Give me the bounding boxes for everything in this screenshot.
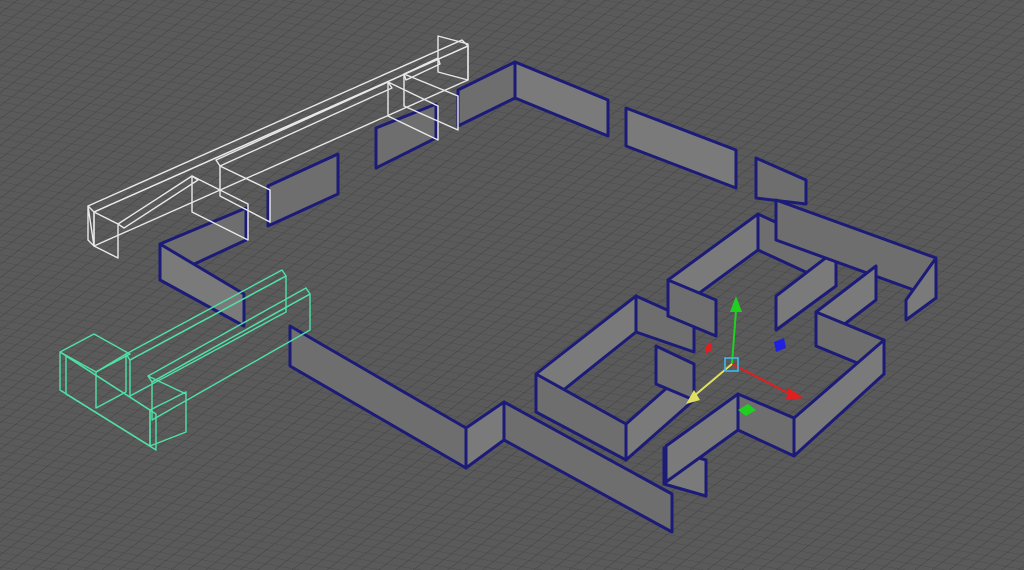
- scene-canvas[interactable]: [0, 0, 1024, 570]
- perspective-3d-viewport[interactable]: [0, 0, 1024, 570]
